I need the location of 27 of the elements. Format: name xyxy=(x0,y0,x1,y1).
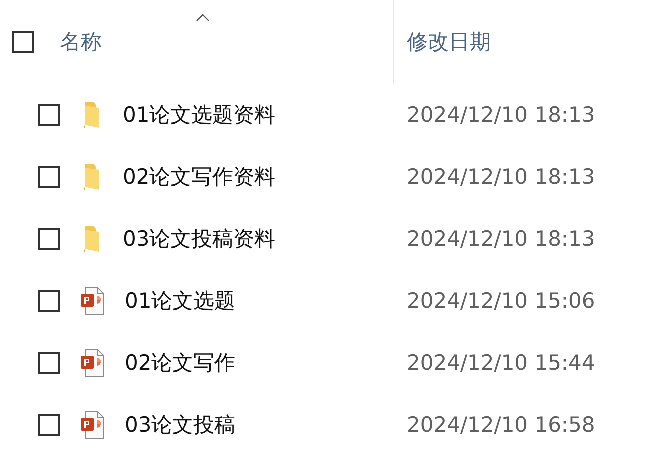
row-checkbox[interactable] xyxy=(38,414,60,436)
sort-up-icon xyxy=(196,14,210,22)
modified-date: 2024/12/10 15:06 xyxy=(406,289,596,313)
presentation-file-icon xyxy=(80,348,106,378)
file-name[interactable]: 03论文投稿资料 xyxy=(123,225,276,253)
modified-date: 2024/12/10 18:13 xyxy=(406,227,596,251)
file-name[interactable]: 01论文选题资料 xyxy=(123,101,276,129)
file-name[interactable]: 02论文写作资料 xyxy=(123,163,276,191)
row-checkbox[interactable] xyxy=(38,352,60,374)
row-checkbox[interactable] xyxy=(38,166,60,188)
modified-date: 2024/12/10 15:44 xyxy=(406,351,596,375)
file-name[interactable]: 02论文写作 xyxy=(125,349,236,377)
modified-date: 2024/12/10 18:13 xyxy=(406,165,596,189)
row-checkbox[interactable] xyxy=(38,228,60,250)
column-header[interactable]: 名称 xyxy=(0,0,393,84)
modified-date: 2024/12/10 16:58 xyxy=(406,413,596,437)
column-header[interactable]: 修改日期 xyxy=(393,0,671,84)
column-title: 名称 xyxy=(60,29,102,56)
select-all-checkbox[interactable] xyxy=(12,31,34,53)
modified-date: 2024/12/10 18:13 xyxy=(406,103,596,127)
file-name[interactable]: 01论文选题 xyxy=(125,287,236,315)
row-checkbox[interactable] xyxy=(38,104,60,126)
file-name[interactable]: 03论文投稿 xyxy=(125,411,236,439)
presentation-file-icon xyxy=(80,286,106,316)
column-title: 修改日期 xyxy=(407,29,491,56)
row-checkbox[interactable] xyxy=(38,290,60,312)
presentation-file-icon xyxy=(80,410,106,440)
